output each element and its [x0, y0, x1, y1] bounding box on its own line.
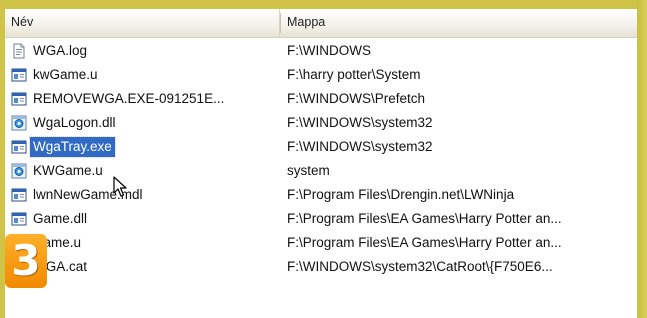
file-name[interactable]: WgaTray.exe: [29, 136, 116, 158]
app-window-icon: [11, 211, 27, 227]
file-name[interactable]: Game.dll: [30, 207, 90, 231]
file-folder: F:\WINDOWS\system32\CatRoot\{F750E6...: [287, 259, 553, 274]
file-row[interactable]: Game.u F:\Program Files\EA Games\Harry Po…: [5, 231, 637, 255]
file-folder: F:\WINDOWS\system32: [287, 115, 433, 130]
file-name[interactable]: kwGame.u: [30, 63, 101, 87]
file-name[interactable]: REMOVEWGA.EXE-091251E...: [30, 87, 227, 111]
list-header: Név Mappa: [5, 9, 637, 38]
file-row[interactable]: WgaLogon.dll F:\WINDOWS\system32: [5, 111, 637, 135]
file-folder: system: [287, 163, 330, 178]
text-file-icon: [11, 43, 27, 59]
frame-border-top: [0, 0, 647, 9]
column-header-name[interactable]: Név: [5, 9, 280, 37]
file-folder: F:\harry potter\System: [287, 67, 421, 82]
step-number-badge: 3: [5, 234, 47, 288]
file-row[interactable]: kwGame.u F:\harry potter\System: [5, 63, 637, 87]
file-row[interactable]: WGA.cat F:\WINDOWS\system32\CatRoot\{F750…: [5, 255, 637, 279]
file-row[interactable]: KWGame.u system: [5, 159, 637, 183]
file-folder: F:\Program Files\Drengin.net\LWNinja: [287, 187, 515, 202]
file-folder: F:\Program Files\EA Games\Harry Potter a…: [287, 235, 562, 250]
file-row[interactable]: Game.dll F:\Program Files\EA Games\Harry …: [5, 207, 637, 231]
file-folder: F:\WINDOWS\Prefetch: [287, 91, 426, 106]
file-name[interactable]: WGA.log: [30, 39, 90, 63]
app-window-icon: [11, 67, 27, 83]
column-header-folder[interactable]: Mappa: [281, 9, 637, 37]
file-name[interactable]: WgaLogon.dll: [30, 111, 119, 135]
file-row[interactable]: WgaTray.exe F:\WINDOWS\system32: [5, 135, 637, 159]
file-row[interactable]: WGA.log F:\WINDOWS: [5, 39, 637, 63]
file-name[interactable]: KWGame.u: [30, 159, 106, 183]
frame-border-right: [637, 0, 647, 318]
file-folder: F:\WINDOWS\system32: [287, 139, 433, 154]
file-folder: F:\Program Files\EA Games\Harry Potter a…: [287, 211, 562, 226]
mouse-pointer-icon: [113, 176, 127, 197]
dll-gear-icon: [11, 163, 27, 179]
file-row[interactable]: lwnNewGame.mdl F:\Program Files\Drengin.n…: [5, 183, 637, 207]
file-row[interactable]: REMOVEWGA.EXE-091251E... F:\WINDOWS\Prefe…: [5, 87, 637, 111]
app-window-icon: [11, 187, 27, 203]
file-folder: F:\WINDOWS: [287, 43, 371, 58]
file-rows: WGA.log F:\WINDOWS kwGame.u F:\harry potter…: [5, 39, 637, 279]
dll-gear-icon: [11, 115, 27, 131]
app-window-icon: [11, 91, 27, 107]
search-results-list: Név Mappa WGA.log F:\WINDOWS kwGame.u F:\ha…: [5, 9, 637, 318]
app-window-icon: [11, 139, 27, 155]
